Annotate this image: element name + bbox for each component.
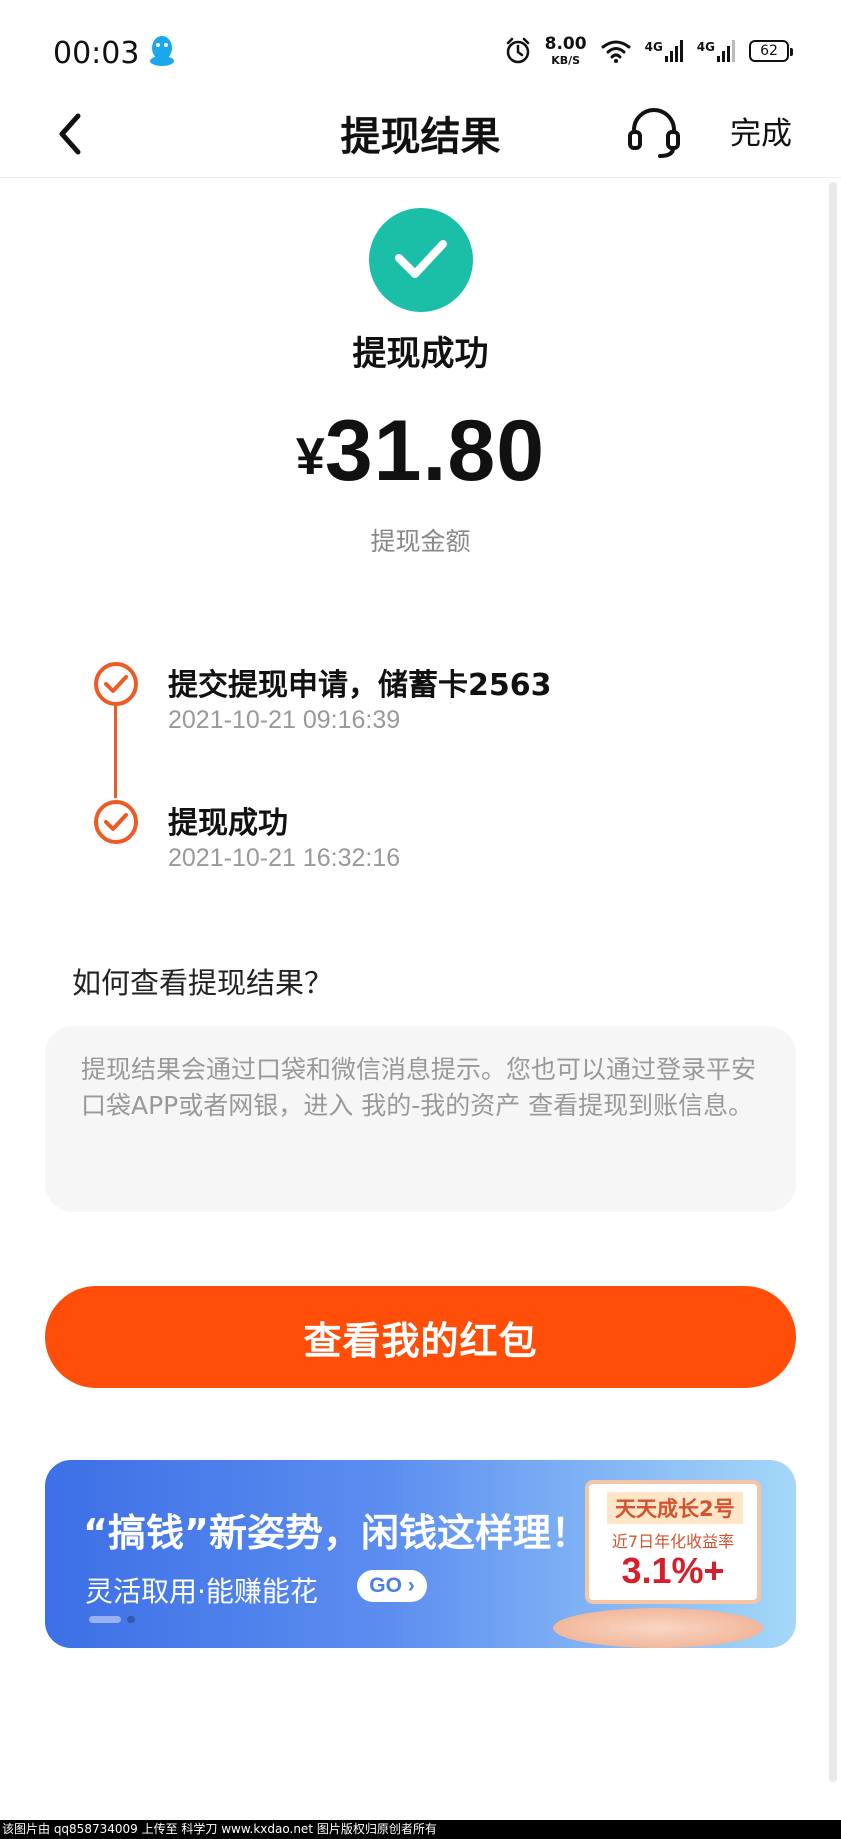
currency-symbol: ¥ — [295, 428, 325, 486]
network-speed-unit: KB/S — [551, 54, 581, 67]
qq-penguin-icon — [150, 36, 174, 66]
banner-go-button[interactable]: GO › — [357, 1570, 427, 1602]
page-title: 提现结果 — [340, 114, 501, 160]
step-check-icon — [94, 662, 138, 706]
withdraw-amount: ¥31.80 — [0, 402, 841, 501]
view-red-packet-button[interactable]: 查看我的红包 — [45, 1286, 796, 1388]
product-yield-rate: 3.1%+ — [621, 1550, 725, 1591]
banner-dot — [127, 1616, 135, 1623]
status-bar: 00:03 8.00 KB/S 4G 4G 62 — [0, 0, 841, 96]
cell-signal-1: 4G — [645, 40, 683, 62]
help-title: 如何查看提现结果？ — [72, 966, 334, 1000]
product-name: 天天成长2号 — [607, 1492, 743, 1524]
nav-bar: 提现结果 完成 — [0, 90, 841, 178]
alarm-icon — [506, 37, 529, 64]
battery-level: 62 — [760, 43, 778, 59]
banner-product-card: 天天成长2号 近7日年化收益率 3.1%+ — [585, 1480, 761, 1604]
amount-label: 提现金额 — [370, 527, 471, 556]
battery-icon: 62 — [749, 40, 793, 62]
timeline-connector — [114, 702, 117, 798]
banner-page-indicator — [89, 1616, 135, 1623]
watermark-footer: 该图片由 qq858734009 上传至 科学刀 www.kxdao.net 图… — [0, 1820, 841, 1839]
product-yield-label: 近7日年化收益率 — [611, 1532, 735, 1551]
help-text: 提现结果会通过口袋和微信消息提示。您也可以通过登录平安口袋APP或者网银，进入 … — [81, 1055, 757, 1120]
network-type-1: 4G — [644, 40, 663, 54]
step-time: 2021-10-21 16:32:16 — [168, 844, 401, 872]
banner-pedestal-graphic — [553, 1608, 763, 1648]
status-time: 00:03 — [53, 36, 140, 71]
promo-banner[interactable]: “搞钱”新姿势，闲钱这样理！ 灵活取用·能赚能花 GO › 天天成长2号 近7日… — [45, 1460, 796, 1648]
step-title: 提交提现申请，储蓄卡2563 — [168, 668, 552, 703]
help-box: 提现结果会通过口袋和微信消息提示。您也可以通过登录平安口袋APP或者网银，进入 … — [45, 1026, 796, 1212]
network-type-2: 4G — [696, 40, 715, 54]
banner-dot-active — [89, 1616, 121, 1623]
done-button[interactable]: 完成 — [730, 108, 792, 153]
cell-signal-2: 4G — [697, 40, 735, 62]
customer-service-headset-icon[interactable] — [626, 104, 682, 160]
result-status: 提现成功 — [352, 334, 489, 374]
step-check-icon — [94, 800, 138, 844]
success-check-icon — [369, 208, 473, 312]
status-indicators: 8.00 KB/S 4G 4G 62 — [505, 34, 793, 68]
wifi-icon — [601, 40, 631, 63]
amount-value: 31.80 — [324, 403, 546, 499]
banner-subtitle: 灵活取用·能赚能花 — [85, 1575, 318, 1608]
banner-title: “搞钱”新姿势，闲钱这样理！ — [83, 1511, 589, 1555]
signal-bars-icon — [664, 40, 683, 62]
progress-timeline: 提交提现申请，储蓄卡2563 2021-10-21 09:16:39 提现成功 … — [94, 660, 794, 880]
signal-bars-icon — [717, 40, 735, 62]
network-speed-value: 8.00 — [544, 34, 587, 54]
network-speed: 8.00 KB/S — [544, 34, 587, 67]
step-title: 提现成功 — [168, 806, 288, 841]
step-time: 2021-10-21 09:16:39 — [168, 706, 401, 734]
